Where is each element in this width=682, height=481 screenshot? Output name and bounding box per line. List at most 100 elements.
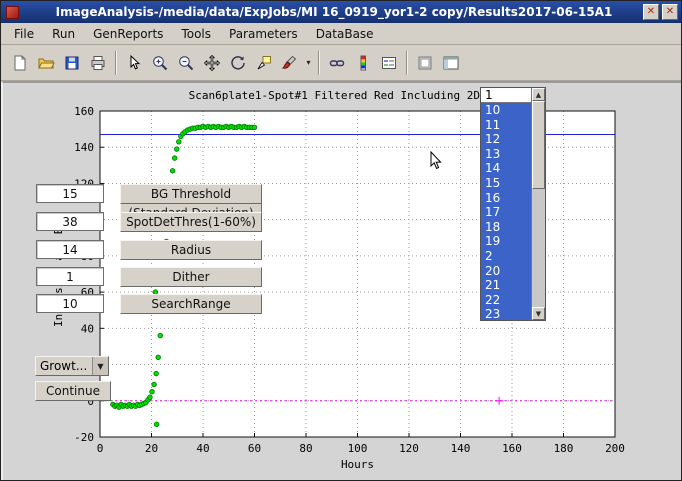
radius-button[interactable]: Radius — [120, 240, 262, 260]
svg-text:60: 60 — [248, 442, 261, 455]
new-figure-button[interactable] — [7, 50, 33, 76]
spot-list-item[interactable]: 11 — [481, 118, 532, 133]
spot-list-item[interactable]: 2 — [481, 249, 532, 264]
spot-listbox: 1 10 11 12 13 14 15 16 17 18 19 2 20 21 … — [480, 87, 546, 321]
hide-plot-tools-icon — [416, 54, 434, 72]
spot-list-item[interactable]: 22 — [481, 293, 532, 308]
spot-list-item[interactable]: 10 — [481, 103, 532, 118]
svg-text:0: 0 — [97, 442, 104, 455]
bg-threshold-field[interactable] — [36, 184, 104, 203]
toolbar-separator — [406, 51, 408, 75]
svg-text:100: 100 — [348, 442, 368, 455]
spotdetthres-button[interactable]: SpotDetThres(1-60%) — [120, 212, 262, 232]
open-file-button[interactable] — [33, 50, 59, 76]
plot-canvas[interactable]: 020406080100120140160180200-200204060801… — [3, 83, 682, 481]
spot-list-item[interactable]: 15 — [481, 176, 532, 191]
save-figure-icon — [63, 54, 81, 72]
pan-icon — [203, 54, 221, 72]
spot-list-item[interactable]: 13 — [481, 147, 532, 162]
rotate-3d-button[interactable] — [225, 50, 251, 76]
menu-item-parameters[interactable]: Parameters — [220, 25, 307, 43]
continue-button[interactable]: Continue — [35, 381, 111, 401]
print-figure-button[interactable] — [85, 50, 111, 76]
searchrange-button[interactable]: SearchRange — [120, 294, 262, 314]
spot-list-item[interactable]: 14 — [481, 161, 532, 176]
insert-legend-icon — [380, 54, 398, 72]
edit-plot-button[interactable] — [121, 50, 147, 76]
window-title: ImageAnalysis-/media/data/ExpJobs/MI 16_… — [25, 5, 643, 19]
svg-text:20: 20 — [145, 442, 158, 455]
svg-text:40: 40 — [81, 322, 94, 335]
spot-list-item[interactable]: 21 — [481, 278, 532, 293]
svg-text:180: 180 — [554, 442, 574, 455]
chevron-down-icon[interactable]: ▼ — [92, 357, 108, 375]
insert-legend-button[interactable] — [376, 50, 402, 76]
title-bar[interactable]: ImageAnalysis-/media/data/ExpJobs/MI 16_… — [1, 1, 681, 23]
rotate-3d-icon — [229, 54, 247, 72]
spot-list-item[interactable]: 17 — [481, 205, 532, 220]
new-figure-icon — [11, 54, 29, 72]
menu-item-file[interactable]: File — [5, 25, 43, 43]
zoom-in-button[interactable] — [147, 50, 173, 76]
spot-list-item[interactable]: 18 — [481, 220, 532, 235]
spot-list-scrollbar[interactable]: ▲ ▼ — [531, 88, 545, 320]
spot-list-item[interactable]: 19 — [481, 234, 532, 249]
svg-text:160: 160 — [502, 442, 522, 455]
dither-field[interactable] — [36, 267, 104, 286]
zoom-in-icon — [151, 54, 169, 72]
growth-dropdown[interactable]: Growt... ▼ — [35, 356, 109, 376]
brush-button[interactable] — [277, 50, 303, 76]
svg-text:Scan6plate1-Spot#1 Filtered Re: Scan6plate1-Spot#1 Filtered Red Includin… — [189, 89, 527, 102]
spot-list-item[interactable]: 12 — [481, 132, 532, 147]
svg-text:-20: -20 — [74, 431, 94, 444]
menu-item-genreports[interactable]: GenReports — [84, 25, 172, 43]
spot-list-current[interactable]: 1 — [481, 88, 532, 103]
spot-list-item[interactable]: 16 — [481, 191, 532, 206]
insert-colorbar-button[interactable] — [350, 50, 376, 76]
scroll-thumb[interactable] — [532, 101, 545, 189]
dither-button[interactable]: Dither — [120, 267, 262, 287]
open-file-icon — [37, 54, 55, 72]
spot-list-item[interactable]: 20 — [481, 264, 532, 279]
link-plot-icon — [328, 54, 346, 72]
svg-text:200: 200 — [605, 442, 625, 455]
spot-list-items: 10 11 12 13 14 15 16 17 18 19 2 20 21 22… — [481, 103, 532, 320]
scroll-up-icon[interactable]: ▲ — [532, 88, 545, 101]
svg-text:140: 140 — [451, 442, 471, 455]
zoom-out-button[interactable] — [173, 50, 199, 76]
svg-text:140: 140 — [74, 141, 94, 154]
toolbar: ▾ — [1, 45, 681, 81]
svg-text:160: 160 — [74, 105, 94, 118]
searchrange-field[interactable] — [36, 294, 104, 313]
spotdetthres-field[interactable] — [36, 212, 104, 231]
menu-item-database[interactable]: DataBase — [307, 25, 383, 43]
pan-button[interactable] — [199, 50, 225, 76]
data-cursor-icon — [255, 54, 273, 72]
maximize-button[interactable]: ✕ — [643, 4, 659, 20]
window-menu-icon[interactable] — [6, 6, 19, 19]
toolbar-separator — [115, 51, 117, 75]
print-figure-icon — [89, 54, 107, 72]
brush-dropdown-arrow-icon[interactable]: ▾ — [303, 50, 314, 76]
toolbar-separator — [318, 51, 320, 75]
app-window: ImageAnalysis-/media/data/ExpJobs/MI 16_… — [0, 0, 682, 481]
hide-plot-tools-button[interactable] — [412, 50, 438, 76]
growth-dropdown-label: Growt... — [36, 359, 92, 373]
brush-icon — [281, 54, 299, 72]
close-button[interactable]: ✕ — [662, 4, 678, 20]
menu-bar: File Run GenReports Tools Parameters Dat… — [1, 23, 681, 45]
data-cursor-button[interactable] — [251, 50, 277, 76]
radius-field[interactable] — [36, 240, 104, 259]
spot-list-item[interactable]: 23 — [481, 307, 532, 321]
svg-text:80: 80 — [299, 442, 312, 455]
save-figure-button[interactable] — [59, 50, 85, 76]
svg-text:120: 120 — [399, 442, 419, 455]
menu-item-run[interactable]: Run — [43, 25, 84, 43]
link-plot-button[interactable] — [324, 50, 350, 76]
show-plot-tools-button[interactable] — [438, 50, 464, 76]
svg-text:40: 40 — [196, 442, 209, 455]
scroll-down-icon[interactable]: ▼ — [532, 307, 545, 320]
edit-plot-icon — [125, 54, 143, 72]
menu-item-tools[interactable]: Tools — [172, 25, 220, 43]
bg-threshold-button[interactable]: BG Threshold — [120, 184, 262, 204]
